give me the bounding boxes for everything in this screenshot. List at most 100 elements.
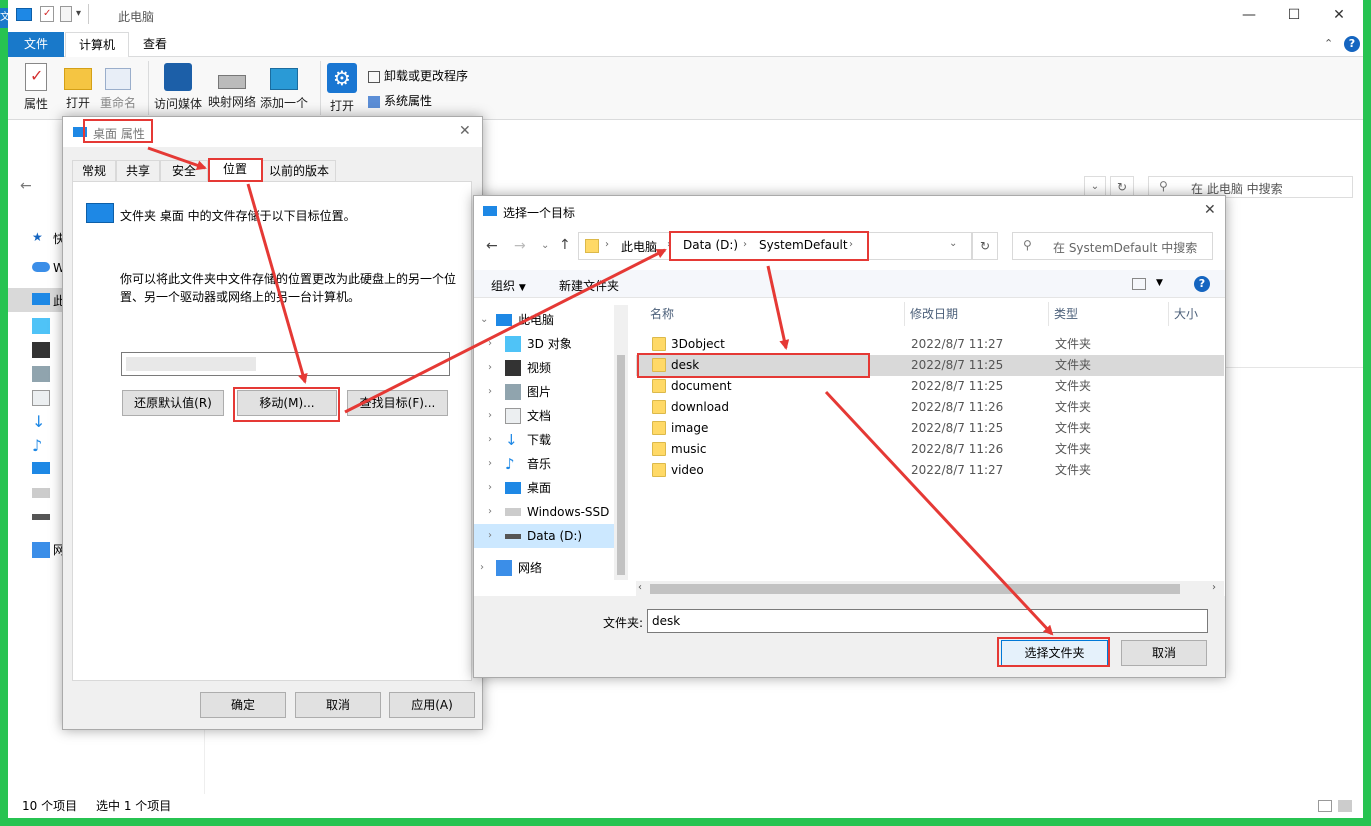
help-icon[interactable]: ? xyxy=(1344,36,1360,52)
drive-icon[interactable] xyxy=(32,514,50,520)
music-icon[interactable]: ♪ xyxy=(32,436,50,455)
network-icon[interactable] xyxy=(32,542,50,558)
file-row-video[interactable]: video 2022/8/7 11:27 文件夹 xyxy=(636,460,1224,481)
folder-name-input[interactable]: desk xyxy=(647,609,1208,633)
tab-sharing[interactable]: 共享 xyxy=(116,160,160,182)
onedrive-icon[interactable] xyxy=(32,262,50,272)
tab-computer[interactable]: 计算机 xyxy=(65,32,129,58)
tree-item-this-pc[interactable]: ⌄ 此电脑 xyxy=(474,308,614,332)
address-dropdown-icon[interactable]: ⌄ xyxy=(949,238,957,249)
video-icon[interactable] xyxy=(32,342,50,358)
view-options-icon[interactable] xyxy=(1132,278,1146,290)
tab-location[interactable]: 位置 xyxy=(208,158,262,182)
column-header-date[interactable]: 修改日期 xyxy=(910,302,958,326)
back-arrow-icon[interactable]: ← xyxy=(486,238,498,254)
file-row-document[interactable]: document 2022/8/7 11:25 文件夹 xyxy=(636,376,1224,397)
tree-item-video[interactable]: › 视频 xyxy=(474,356,614,380)
column-divider[interactable] xyxy=(904,302,905,326)
properties-quick-icon[interactable]: ✓ xyxy=(40,6,54,22)
add-location-button[interactable]: 添加一个 xyxy=(258,63,310,111)
document-icon[interactable] xyxy=(32,390,50,406)
close-icon[interactable]: ✕ xyxy=(459,123,471,139)
quick-access-dropdown-icon[interactable]: ▾ xyxy=(76,8,81,19)
refresh-icon[interactable]: ↻ xyxy=(972,232,998,260)
cancel-button[interactable]: 取消 xyxy=(295,692,381,718)
large-icons-view-icon[interactable] xyxy=(1338,800,1352,812)
scroll-right-icon[interactable]: › xyxy=(1212,582,1216,593)
column-header-size[interactable]: 大小 xyxy=(1174,302,1198,326)
close-icon[interactable]: ✕ xyxy=(1204,202,1216,218)
move-button[interactable]: 移动(M)... xyxy=(237,390,337,416)
tab-view[interactable]: 查看 xyxy=(132,32,178,57)
new-folder-button[interactable]: 新建文件夹 xyxy=(559,277,619,294)
up-arrow-icon[interactable]: ↑ xyxy=(559,237,571,253)
close-button[interactable]: ✕ xyxy=(1316,0,1362,30)
breadcrumb-systemdefault[interactable]: SystemDefault xyxy=(759,238,848,252)
download-icon[interactable]: ↓ xyxy=(32,412,50,431)
rename-button[interactable]: 重命名 xyxy=(98,63,138,111)
column-header-type[interactable]: 类型 xyxy=(1054,302,1078,326)
recent-dropdown-icon[interactable]: ⌄ xyxy=(541,240,549,251)
apply-button[interactable]: 应用(A) xyxy=(389,692,475,718)
tree-item-3d[interactable]: › 3D 对象 xyxy=(474,332,614,356)
select-folder-button[interactable]: 选择文件夹 xyxy=(1001,640,1108,666)
column-header-name[interactable]: 名称 xyxy=(650,302,674,326)
access-media-button[interactable]: 访问媒体 xyxy=(152,63,204,112)
column-divider[interactable] xyxy=(1048,302,1049,326)
ok-button[interactable]: 确定 xyxy=(200,692,286,718)
tab-security[interactable]: 安全 xyxy=(160,160,208,182)
picker-search-input[interactable]: ⚲ 在 SystemDefault 中搜索 xyxy=(1012,232,1213,260)
tree-item-pictures[interactable]: › 图片 xyxy=(474,380,614,404)
details-view-icon[interactable] xyxy=(1318,800,1332,812)
file-row-music[interactable]: music 2022/8/7 11:26 文件夹 xyxy=(636,439,1224,460)
tree-item-downloads[interactable]: › ↓ 下载 xyxy=(474,428,614,452)
tree-item-documents[interactable]: › 文档 xyxy=(474,404,614,428)
open-button[interactable]: 打开 xyxy=(58,63,98,111)
tree-scrollbar-thumb[interactable] xyxy=(617,355,625,575)
tree-item-data-d[interactable]: › Data (D:) xyxy=(474,524,614,548)
ssd-icon[interactable] xyxy=(32,488,50,498)
map-drive-button[interactable]: 映射网络 xyxy=(206,63,258,110)
tree-item-network[interactable]: › 网络 xyxy=(474,556,614,580)
open-settings-button[interactable]: ⚙ 打开 xyxy=(324,63,360,114)
properties-button[interactable]: ✓ 属性 xyxy=(16,63,56,112)
system-properties-button[interactable]: 系统属性 xyxy=(368,92,432,109)
tree-item-music[interactable]: › ♪ 音乐 xyxy=(474,452,614,476)
scroll-left-icon[interactable]: ‹ xyxy=(638,582,642,593)
file-row-download[interactable]: download 2022/8/7 11:26 文件夹 xyxy=(636,397,1224,418)
picker-cancel-button[interactable]: 取消 xyxy=(1121,640,1207,666)
location-path-input[interactable] xyxy=(121,352,450,376)
horizontal-scrollbar[interactable]: ‹ › xyxy=(636,581,1224,597)
tab-previous-versions[interactable]: 以前的版本 xyxy=(262,160,336,182)
pictures-icon[interactable] xyxy=(32,366,50,382)
cube-icon[interactable] xyxy=(32,318,50,334)
column-divider[interactable] xyxy=(1168,302,1169,326)
minimize-button[interactable]: — xyxy=(1226,0,1272,30)
file-row-desk[interactable]: desk 2022/8/7 11:25 文件夹 xyxy=(636,355,1224,376)
uninstall-button[interactable]: 卸载或更改程序 xyxy=(368,67,468,84)
restore-default-button[interactable]: 还原默认值(R) xyxy=(122,390,224,416)
cube-icon xyxy=(505,336,521,352)
file-row-3dobject[interactable]: 3Dobject 2022/8/7 11:27 文件夹 xyxy=(636,334,1224,355)
tree-scrollbar[interactable] xyxy=(614,305,628,580)
file-row-image[interactable]: image 2022/8/7 11:25 文件夹 xyxy=(636,418,1224,439)
tree-item-windows-ssd[interactable]: › Windows-SSD xyxy=(474,500,614,524)
tab-general[interactable]: 常规 xyxy=(72,160,116,182)
breadcrumb-data-d[interactable]: Data (D:) xyxy=(683,238,738,252)
back-arrow-icon[interactable]: ← xyxy=(20,178,32,194)
tab-file[interactable]: 文件 xyxy=(8,32,64,57)
desktop-icon[interactable] xyxy=(32,462,50,474)
collapse-ribbon-icon[interactable]: ⌃ xyxy=(1324,37,1333,50)
find-target-button[interactable]: 查找目标(F)... xyxy=(347,390,448,416)
new-folder-quick-icon[interactable] xyxy=(60,6,72,22)
picker-address-bar[interactable]: › 此电脑 › Data (D:) › SystemDefault › ⌄ xyxy=(578,232,972,260)
chevron-down-icon[interactable]: ▼ xyxy=(1156,278,1163,288)
horizontal-scrollbar-thumb[interactable] xyxy=(650,584,1180,594)
forward-arrow-icon[interactable]: → xyxy=(514,238,526,254)
quick-access-star-icon[interactable]: ★ xyxy=(32,230,50,246)
tree-item-desktop[interactable]: › 桌面 xyxy=(474,476,614,500)
breadcrumb-this-pc[interactable]: 此电脑 xyxy=(621,238,657,255)
maximize-button[interactable]: ☐ xyxy=(1271,0,1317,30)
organize-menu[interactable]: 组织 ▼ xyxy=(491,277,526,294)
help-icon[interactable]: ? xyxy=(1194,276,1210,292)
